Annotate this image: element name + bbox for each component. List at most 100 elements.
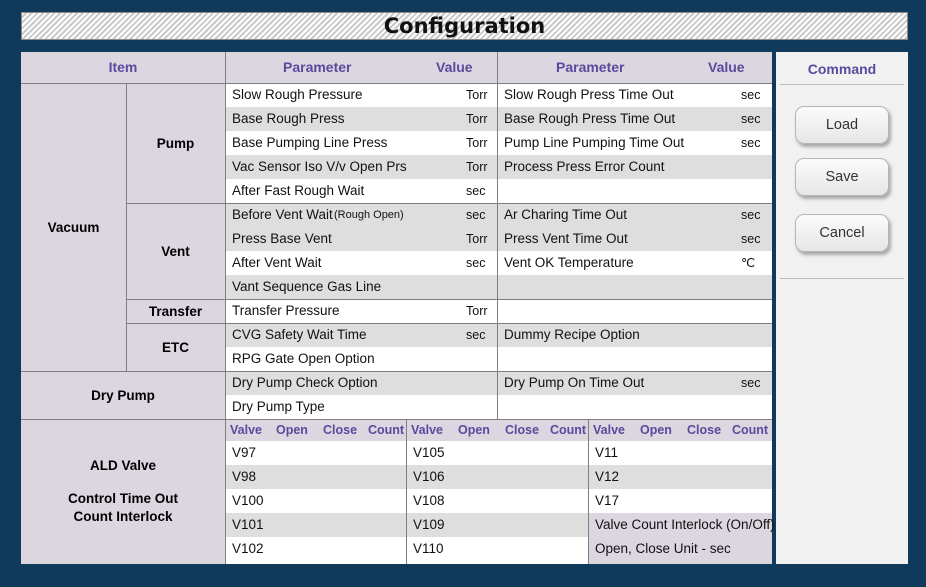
parameter-label: Ar Charing Time Out — [504, 207, 628, 222]
valve-label: V12 — [595, 469, 620, 484]
valve-row[interactable]: Valve Count Interlock (On/Off) — [589, 513, 775, 537]
parameter-row[interactable]: Dummy Recipe Option — [498, 323, 772, 347]
valve-row[interactable]: V102 — [226, 537, 406, 561]
category-dry-pump: Dry Pump — [91, 387, 155, 403]
parameter-row[interactable]: Slow Rough Press Time Out sec — [498, 83, 772, 107]
parameter-row[interactable] — [498, 275, 772, 299]
parameter-unit: ℃ — [741, 256, 756, 270]
parameter-unit: Torr — [466, 304, 488, 318]
valve-header-close-1: Close — [323, 423, 358, 437]
parameter-unit: sec — [741, 376, 761, 390]
parameter-label: RPG Gate Open Option — [232, 351, 375, 366]
parameter-unit: Torr — [466, 88, 488, 102]
page-title: Configuration — [383, 14, 546, 38]
parameter-row[interactable] — [498, 347, 772, 371]
valve-label: V108 — [413, 493, 445, 508]
parameter-row[interactable]: Ar Charing Time Out sec — [498, 203, 772, 227]
parameter-row[interactable]: Press Vent Time Out sec — [498, 227, 772, 251]
valve-label: V110 — [413, 541, 444, 556]
valve-header-open-3: Open — [640, 423, 672, 437]
valve-header-open-2: Open — [458, 423, 490, 437]
category-vent: Vent — [161, 243, 190, 259]
cancel-button[interactable]: Cancel — [795, 214, 889, 252]
parameter-unit: sec — [466, 208, 486, 222]
valve-row[interactable]: V110 — [407, 537, 588, 561]
valve-row[interactable]: V109 — [407, 513, 588, 537]
valve-row[interactable]: V12 — [589, 465, 772, 489]
valve-row[interactable]: V105 — [407, 441, 588, 465]
valve-row[interactable]: V100 — [226, 489, 406, 513]
valve-row[interactable]: Open, Close Unit - sec — [589, 537, 772, 561]
parameter-unit: Torr — [466, 232, 488, 246]
parameter-row[interactable]: Transfer Pressure Torr — [226, 299, 497, 323]
category-etc: ETC — [162, 339, 189, 355]
parameter-unit: sec — [741, 136, 761, 150]
parameter-unit: sec — [741, 232, 761, 246]
category-count-interlock: Count Interlock — [73, 508, 173, 524]
config-table: Item Parameter Value Parameter Value Slo… — [21, 52, 775, 564]
parameter-row[interactable] — [498, 395, 772, 419]
parameter-label: Before Vent Wait — [232, 207, 333, 222]
parameter-row[interactable]: Base Rough Press Torr — [226, 107, 497, 131]
load-button[interactable]: Load — [795, 106, 889, 144]
parameter-row[interactable] — [498, 179, 772, 203]
parameter-label: Dry Pump Type — [232, 399, 325, 414]
parameter-row[interactable]: Vac Sensor Iso V/v Open Prs Torr — [226, 155, 497, 179]
parameter-row[interactable]: RPG Gate Open Option — [226, 347, 497, 371]
parameter-label: Pump Line Pumping Time Out — [504, 135, 685, 150]
parameter-row[interactable]: Before Vent Wait (Rough Open) sec — [226, 203, 497, 227]
parameter-row[interactable]: Dry Pump On Time Out sec — [498, 371, 772, 395]
grid-line — [21, 83, 772, 84]
valve-row[interactable]: V106 — [407, 465, 588, 489]
parameter-unit: sec — [741, 88, 761, 102]
valve-header-count-3: Count — [732, 423, 769, 437]
parameter-row[interactable]: Base Rough Press Time Out sec — [498, 107, 772, 131]
valve-header-open-1: Open — [276, 423, 308, 437]
parameter-label: After Vent Wait — [232, 255, 322, 270]
parameter-row[interactable]: Process Press Error Count — [498, 155, 772, 179]
parameter-row[interactable]: Slow Rough Pressure Torr — [226, 83, 497, 107]
valve-header-valve-1: Valve — [230, 423, 262, 437]
parameter-row[interactable]: Base Pumping Line Press Torr — [226, 131, 497, 155]
valve-row[interactable]: V17 — [589, 489, 772, 513]
valve-row[interactable]: V101 — [226, 513, 406, 537]
parameter-row[interactable]: Vent OK Temperature ℃ — [498, 251, 772, 275]
valve-label: V109 — [413, 517, 445, 532]
valve-label: V101 — [232, 517, 264, 532]
parameter-row[interactable]: Pump Line Pumping Time Out sec — [498, 131, 772, 155]
parameter-label: Press Base Vent — [232, 231, 332, 246]
parameter-label: Vent OK Temperature — [504, 255, 634, 270]
grid-line — [126, 83, 127, 371]
parameter-label: Vant Sequence Gas Line — [232, 279, 382, 294]
parameter-row[interactable]: Dry Pump Check Option — [226, 371, 497, 395]
parameter-unit: sec — [741, 208, 761, 222]
parameter-label: Dummy Recipe Option — [504, 327, 640, 342]
valve-row[interactable]: V108 — [407, 489, 588, 513]
parameter-label: Transfer Pressure — [232, 303, 340, 318]
category-control-time-out: Control Time Out — [68, 490, 178, 506]
valve-label: V98 — [232, 469, 257, 484]
command-divider-bottom — [780, 278, 904, 279]
grid-line — [21, 419, 772, 420]
parameter-row[interactable] — [498, 299, 772, 323]
parameter-row[interactable]: After Vent Wait sec — [226, 251, 497, 275]
parameter-label: Base Rough Press — [232, 111, 345, 126]
parameter-row[interactable]: After Fast Rough Wait sec — [226, 179, 497, 203]
parameter-label: Vac Sensor Iso V/v Open Prs — [232, 159, 407, 174]
valve-row[interactable]: V11 — [589, 441, 772, 465]
grid-line — [126, 323, 772, 324]
parameter-row[interactable]: Vant Sequence Gas Line — [226, 275, 497, 299]
category-transfer: Transfer — [148, 303, 203, 319]
parameter-row[interactable]: CVG Safety Wait Time sec — [226, 323, 497, 347]
save-button[interactable]: Save — [795, 158, 889, 196]
valve-label: V106 — [413, 469, 445, 484]
valve-row[interactable]: V98 — [226, 465, 406, 489]
grid-line — [497, 52, 498, 419]
valve-header-valve-2: Valve — [411, 423, 443, 437]
valve-header-count-1: Count — [368, 423, 405, 437]
parameter-row[interactable]: Dry Pump Type — [226, 395, 497, 419]
parameter-unit: sec — [466, 256, 486, 270]
parameter-row[interactable]: Press Base Vent Torr — [226, 227, 497, 251]
grid-line — [126, 299, 772, 300]
valve-row[interactable]: V97 — [226, 441, 406, 465]
